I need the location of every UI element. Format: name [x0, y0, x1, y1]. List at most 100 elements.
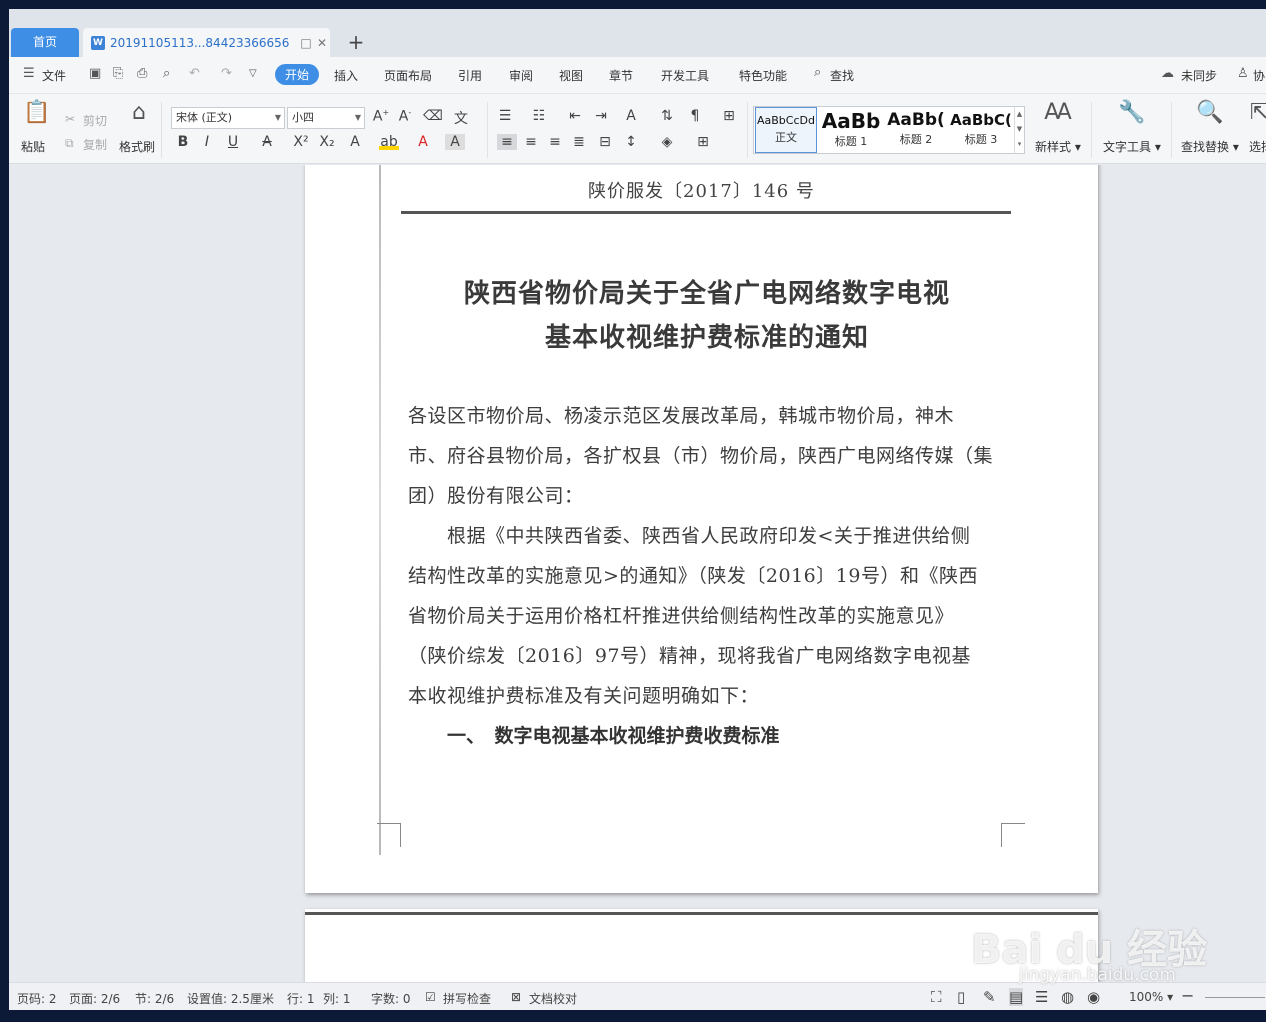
bold-icon[interactable]: B	[173, 134, 193, 150]
status-pages[interactable]: 页面: 2/6	[69, 990, 120, 1007]
text-tools-button[interactable]: 文字工具 ▾	[1103, 138, 1161, 155]
clear-format-icon[interactable]: ⌫	[423, 108, 443, 124]
web-view-icon[interactable]: ◍	[1061, 988, 1074, 1006]
char-shading-icon[interactable]: A	[445, 134, 465, 150]
menu-view[interactable]: 视图	[559, 67, 583, 84]
align-left-icon[interactable]: ≡	[497, 134, 517, 150]
new-style-icon[interactable]: Ꜳ	[1043, 100, 1073, 125]
copy-button[interactable]: 复制	[83, 136, 107, 153]
redo-icon[interactable]: ↷	[221, 66, 232, 81]
export-icon[interactable]: ⎘	[113, 66, 123, 81]
font-size-select[interactable]: 小四 ▼	[287, 107, 365, 129]
highlight-icon[interactable]: ab	[379, 134, 399, 150]
format-painter-button[interactable]: 格式刷	[119, 138, 155, 155]
line-spacing-icon[interactable]: ↕	[621, 134, 641, 150]
find-replace-button[interactable]: 查找替换 ▾	[1181, 138, 1239, 155]
find-replace-icon[interactable]: 🔍	[1195, 100, 1225, 125]
print-icon[interactable]: ⎙	[137, 66, 147, 81]
show-marks-icon[interactable]: ¶	[685, 108, 705, 124]
underline-icon[interactable]: U	[223, 134, 243, 150]
menu-special[interactable]: 特色功能	[739, 67, 787, 84]
grow-font-icon[interactable]: A+	[371, 108, 391, 125]
style-gallery-scroll[interactable]: ▲ ▼ ▾	[1014, 107, 1024, 153]
tab-pin-icon[interactable]: □	[298, 36, 314, 50]
read-mode-icon[interactable]: ▯	[957, 988, 965, 1006]
cloud-sync-icon[interactable]: ☁	[1161, 66, 1174, 81]
quick-access-dropdown-icon[interactable]: ▽	[249, 68, 257, 79]
spell-check-button[interactable]: 拼写检查	[443, 990, 491, 1007]
zoom-slider[interactable]	[1205, 997, 1265, 998]
menu-page-layout[interactable]: 页面布局	[384, 67, 432, 84]
font-name-select[interactable]: 宋体 (正文) ▼	[171, 107, 285, 129]
select-cursor-icon[interactable]: ⇱	[1249, 100, 1266, 125]
copy-icon[interactable]: ⧉	[65, 136, 74, 151]
text-direction-icon[interactable]: A	[621, 108, 641, 124]
menu-insert[interactable]: 插入	[334, 67, 358, 84]
style-heading-3[interactable]: AaBbC( 标题 3	[950, 107, 1012, 153]
font-color-icon[interactable]: A	[413, 134, 433, 150]
user-icon[interactable]: ♙	[1237, 66, 1249, 81]
menu-home[interactable]: 开始	[275, 64, 320, 85]
text-tools-icon[interactable]: 🔧	[1117, 100, 1147, 125]
subscript-icon[interactable]: X₂	[317, 134, 337, 150]
borders-icon[interactable]: ⊞	[693, 134, 713, 150]
format-painter-icon[interactable]: ⌂	[125, 100, 153, 125]
fullscreen-icon[interactable]: ⛶	[931, 988, 942, 1006]
increase-indent-icon[interactable]: ⇥	[591, 108, 611, 124]
collaborate-button[interactable]: 协	[1253, 67, 1265, 84]
menu-review[interactable]: 审阅	[509, 67, 533, 84]
menu-chapter[interactable]: 章节	[609, 67, 633, 84]
proofread-icon[interactable]: ⊠	[511, 990, 521, 1004]
new-tab-button[interactable]: +	[345, 31, 367, 53]
text-effect-icon[interactable]: A	[345, 134, 365, 150]
italic-icon[interactable]: I	[197, 134, 217, 150]
superscript-icon[interactable]: X²	[291, 134, 311, 150]
document-canvas[interactable]: 陕价服发〔2017〕146 号 陕西省物价局关于全省广电网络数字电视 基本收视维…	[9, 165, 1266, 982]
tab-home[interactable]: 首页	[11, 28, 79, 57]
sort-icon[interactable]: ⇅	[657, 108, 677, 124]
distributed-align-icon[interactable]: ⊟	[595, 134, 615, 150]
hamburger-icon[interactable]: ☰	[23, 66, 35, 81]
strikethrough-icon[interactable]: A	[257, 134, 277, 150]
align-center-icon[interactable]: ≡	[521, 134, 541, 150]
zoom-level[interactable]: 100% ▾	[1129, 990, 1173, 1004]
cut-icon[interactable]: ✂	[65, 112, 75, 126]
new-style-button[interactable]: 新样式 ▾	[1035, 138, 1081, 155]
menu-references[interactable]: 引用	[458, 67, 482, 84]
sync-status[interactable]: 未同步	[1181, 67, 1217, 84]
tab-close-icon[interactable]: ✕	[314, 36, 330, 50]
spell-check-icon[interactable]: ☑	[425, 990, 436, 1004]
bullet-list-icon[interactable]: ☰	[495, 108, 515, 124]
tab-document[interactable]: W 20191105113...84423366656 □ ✕	[83, 28, 330, 57]
paste-icon[interactable]: 📋	[23, 100, 51, 125]
justify-icon[interactable]: ≣	[569, 134, 589, 150]
status-page-code[interactable]: 页码: 2	[17, 990, 57, 1007]
select-button[interactable]: 选择	[1249, 138, 1266, 155]
menu-search[interactable]: 查找	[830, 67, 854, 84]
save-icon[interactable]: ▣	[89, 66, 101, 81]
outline-view-icon[interactable]: ☰	[1035, 988, 1048, 1006]
menu-file[interactable]: 文件	[42, 67, 66, 84]
pinyin-guide-icon[interactable]: 文	[451, 108, 471, 128]
decrease-indent-icon[interactable]: ⇤	[565, 108, 585, 124]
print-preview-icon[interactable]: ⌕	[163, 66, 170, 81]
paste-button[interactable]: 粘贴	[21, 138, 45, 155]
undo-icon[interactable]: ↶	[189, 66, 200, 81]
style-heading-1[interactable]: AaBb 标题 1	[820, 107, 882, 153]
style-heading-2[interactable]: AaBb( 标题 2	[885, 107, 947, 153]
numbered-list-icon[interactable]: ☷	[529, 108, 549, 124]
document-page[interactable]: 陕价服发〔2017〕146 号 陕西省物价局关于全省广电网络数字电视 基本收视维…	[305, 165, 1098, 893]
status-section[interactable]: 节: 2/6	[135, 990, 174, 1007]
status-setting[interactable]: 设置值: 2.5厘米	[187, 990, 274, 1007]
style-normal[interactable]: AaBbCcDd 正文	[755, 107, 817, 153]
search-icon[interactable]: ⌕	[814, 65, 821, 80]
cut-button[interactable]: 剪切	[83, 112, 107, 129]
page-view-icon[interactable]: ▤	[1009, 988, 1024, 1006]
shrink-font-icon[interactable]: A-	[395, 108, 415, 125]
status-word-count[interactable]: 字数: 0	[371, 990, 411, 1007]
align-right-icon[interactable]: ≡	[545, 134, 565, 150]
edit-pen-icon[interactable]: ✎	[983, 988, 996, 1006]
proofread-button[interactable]: 文档校对	[529, 990, 577, 1007]
table-borders-icon[interactable]: ⊞	[719, 108, 739, 124]
shading-icon[interactable]: ◈	[657, 134, 677, 150]
